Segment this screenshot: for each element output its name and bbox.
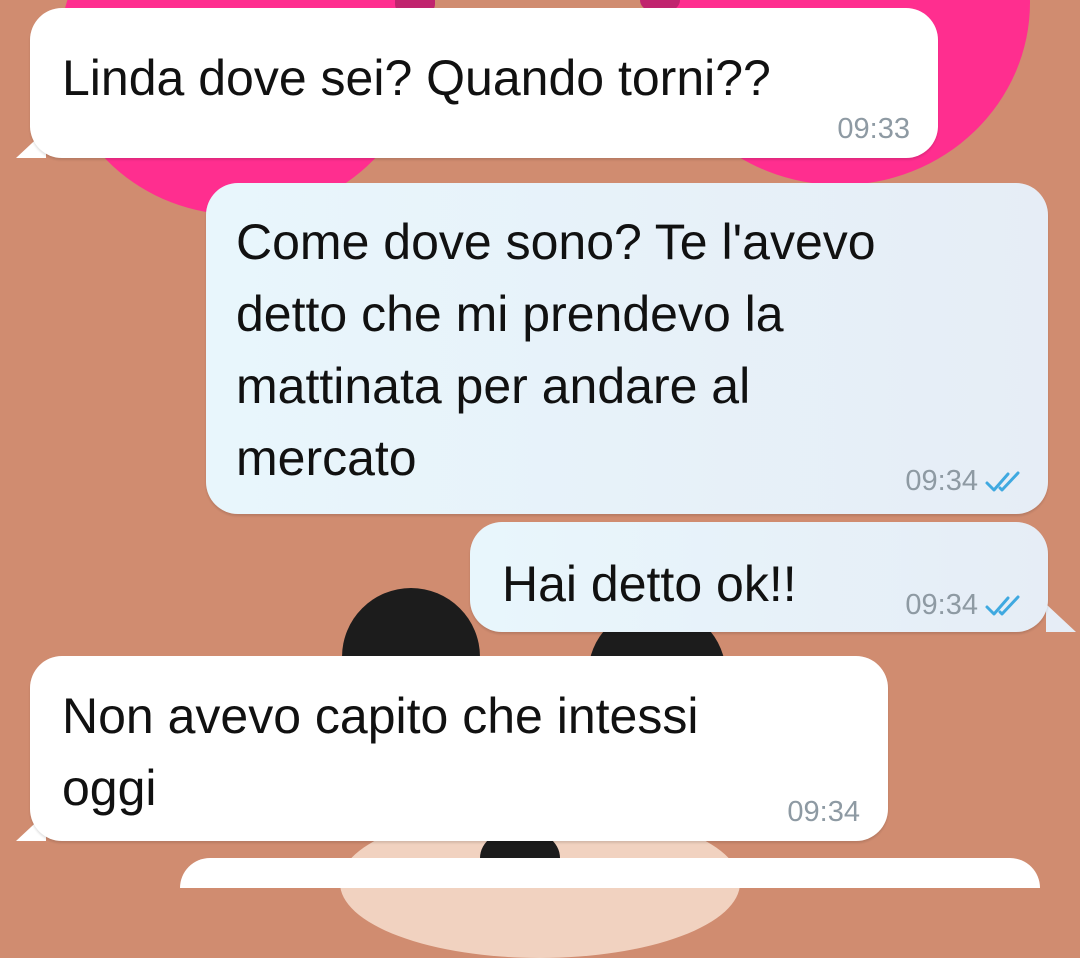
- message-time: 09:34: [905, 589, 978, 621]
- message-bubble-outgoing[interactable]: Come dove sono? Te l'avevo detto che mi …: [206, 183, 1048, 514]
- message-meta: 09:34: [787, 796, 860, 829]
- message-time: 09:34: [905, 465, 978, 497]
- message-text: Non avevo capito che intessi oggi: [62, 688, 699, 816]
- double-check-icon: [985, 595, 1020, 615]
- message-meta: 09:34: [905, 465, 1026, 498]
- message-bubble-partial[interactable]: [180, 858, 1040, 888]
- message-bubble-outgoing[interactable]: Hai detto ok!! 09:34: [470, 522, 1048, 632]
- bubble-tail: [1046, 604, 1076, 632]
- message-time: 09:33: [837, 113, 910, 145]
- message-meta: 09:34: [905, 589, 1026, 622]
- message-meta: 09:33: [837, 113, 910, 146]
- double-check-icon: [985, 471, 1020, 491]
- message-time: 09:34: [787, 796, 860, 828]
- message-bubble-incoming[interactable]: Non avevo capito che intessi oggi 09:34: [30, 656, 888, 841]
- message-text: Linda dove sei? Quando torni??: [62, 50, 771, 106]
- message-text: Come dove sono? Te l'avevo detto che mi …: [236, 214, 876, 486]
- message-text: Hai detto ok!!: [502, 556, 797, 612]
- message-bubble-incoming[interactable]: Linda dove sei? Quando torni?? 09:33: [30, 8, 938, 158]
